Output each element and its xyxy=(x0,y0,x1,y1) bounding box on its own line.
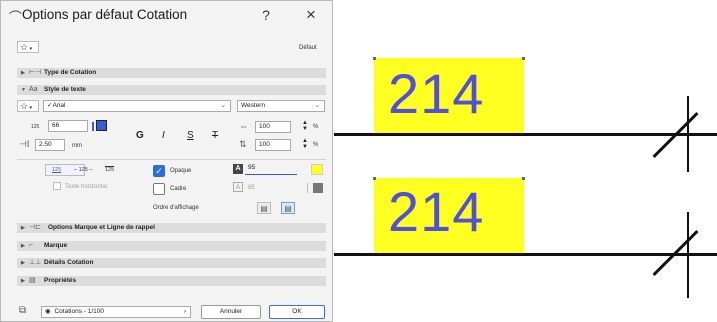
dimension-line-2[interactable] xyxy=(334,253,717,256)
section-style-texte[interactable]: ▼ Aa Style de texte xyxy=(17,85,326,95)
frame-pen-value: 85 xyxy=(248,185,255,191)
layer-icon: ⧉ xyxy=(19,305,27,316)
text-color-swatch[interactable] xyxy=(96,120,107,131)
properties-icon: ▤ xyxy=(29,277,36,284)
width-factor-icon: ⇔ xyxy=(239,121,248,131)
spacing-icon: ⇅ xyxy=(239,139,247,149)
help-button[interactable]: ? xyxy=(256,7,276,23)
star-icon: ☆ xyxy=(20,42,29,52)
frame-label: Cadre xyxy=(170,186,187,192)
section-type-cotation[interactable]: ▶ ⊢⊣ Type de Cotation xyxy=(17,68,326,78)
font-select[interactable]: ✓Arial ⌄ xyxy=(43,100,231,112)
spacing-percent: % xyxy=(313,142,319,148)
frame-pen-bar xyxy=(307,183,308,193)
section-options-marque[interactable]: ▶ ⊣⊏ Options Marque et Ligne de rappel xyxy=(17,223,326,233)
marker-icon: ⌐ xyxy=(29,242,34,249)
layer-select[interactable]: ◉ Cotations - 1/100 › xyxy=(41,306,191,318)
text-horizontal-label: Texte horizontal xyxy=(65,184,108,190)
order-front-button[interactable]: ▤ xyxy=(281,202,295,214)
order-behind-button[interactable]: ▤ xyxy=(257,202,271,214)
divider xyxy=(17,159,326,160)
bold-button[interactable]: G xyxy=(136,130,144,141)
selection-handle[interactable] xyxy=(373,177,376,180)
spacing-stepper[interactable]: ▲ ▼ xyxy=(302,138,308,150)
chevron-right-icon: ▶ xyxy=(21,225,25,231)
script-select[interactable]: Western ⌄ xyxy=(237,100,325,112)
frame-color-swatch[interactable] xyxy=(313,183,323,193)
close-button[interactable]: × xyxy=(301,5,321,25)
chevron-right-icon: › xyxy=(183,308,186,315)
details-icon: ⊥⊥ xyxy=(29,259,42,266)
opaque-label: Opaque xyxy=(170,168,192,174)
marker-options-icon: ⊣⊏ xyxy=(29,224,41,231)
options-dialog: ⌒ Options par défaut Cotation ? × ☆ ▾ Dé… xyxy=(0,0,333,322)
text-size-unit: mm xyxy=(72,143,82,149)
check-icon: ✓ xyxy=(155,166,163,176)
chevron-right-icon: ▶ xyxy=(21,260,25,266)
text-size-input[interactable]: 2.50 xyxy=(35,139,65,151)
chevron-down-icon: ⌄ xyxy=(314,102,320,109)
ok-button[interactable]: OK xyxy=(269,305,325,319)
text-position-below[interactable]: 125 xyxy=(105,167,114,173)
italic-button[interactable]: I xyxy=(162,130,165,141)
eye-icon: ◉ xyxy=(45,308,51,315)
chevron-right-icon: ▶ xyxy=(21,70,25,76)
section-proprietes[interactable]: ▶ ▤ Propriétés xyxy=(17,276,326,286)
background-pen-icon: A xyxy=(233,164,243,174)
favorites-button[interactable]: ☆ ▾ xyxy=(17,41,39,53)
chevron-down-icon: ⌄ xyxy=(220,102,226,109)
extension-line-2[interactable] xyxy=(687,212,689,298)
background-pen-input[interactable]: 95 xyxy=(245,163,297,175)
dimension-line-1[interactable] xyxy=(334,133,717,136)
selection-handle[interactable] xyxy=(373,57,376,60)
pen-height-label: 125 xyxy=(31,124,40,130)
dimension-text-1[interactable]: 214 xyxy=(388,66,484,122)
chevron-right-icon: ▶ xyxy=(21,243,25,249)
pen-bar xyxy=(92,122,94,131)
section-marque[interactable]: ▶ ⌐ Marque xyxy=(17,241,326,251)
drawing-canvas[interactable]: 214 214 xyxy=(334,0,717,322)
section-details[interactable]: ▶ ⊥⊥ Détails Cotation xyxy=(17,258,326,268)
spacing-input[interactable]: 100 xyxy=(255,139,291,151)
underline-button[interactable]: S xyxy=(187,130,194,141)
text-position-inline[interactable]: – 125 – xyxy=(74,167,92,173)
width-percent: % xyxy=(313,124,319,130)
background-color-swatch[interactable] xyxy=(311,164,323,175)
frame-pen-icon: A xyxy=(233,182,243,192)
size-icon: ⊣I xyxy=(19,139,30,149)
pen-input[interactable]: 66 xyxy=(48,120,88,132)
favorite-default-label: Défaut xyxy=(299,45,317,51)
star-icon: ☆ xyxy=(20,101,29,111)
width-stepper[interactable]: ▲ ▼ xyxy=(302,120,308,132)
selection-handle[interactable] xyxy=(522,57,525,60)
dialog-title: Options par défaut Cotation xyxy=(22,7,188,22)
dimension-text-2[interactable]: 214 xyxy=(388,184,484,240)
width-factor-input[interactable]: 100 xyxy=(255,121,291,133)
dimension-type-icon: ⊢⊣ xyxy=(29,69,42,76)
selection-handle[interactable] xyxy=(522,177,525,180)
opaque-checkbox[interactable]: ✓ xyxy=(153,165,165,177)
chevron-down-icon: ▼ xyxy=(21,87,26,93)
text-style-icon: Aa xyxy=(29,86,38,93)
text-position-above: 125 xyxy=(52,167,62,173)
chevron-right-icon: ▶ xyxy=(21,278,25,284)
extension-line-1[interactable] xyxy=(687,96,689,172)
display-order-label: Ordre d'affichage xyxy=(153,205,199,211)
font-favorites-button[interactable]: ☆ ▾ xyxy=(17,100,39,112)
text-horizontal-checkbox[interactable] xyxy=(53,182,61,190)
strikethrough-button[interactable]: T xyxy=(212,130,218,141)
frame-checkbox[interactable] xyxy=(153,183,165,195)
cancel-button[interactable]: Annuler xyxy=(201,305,261,319)
